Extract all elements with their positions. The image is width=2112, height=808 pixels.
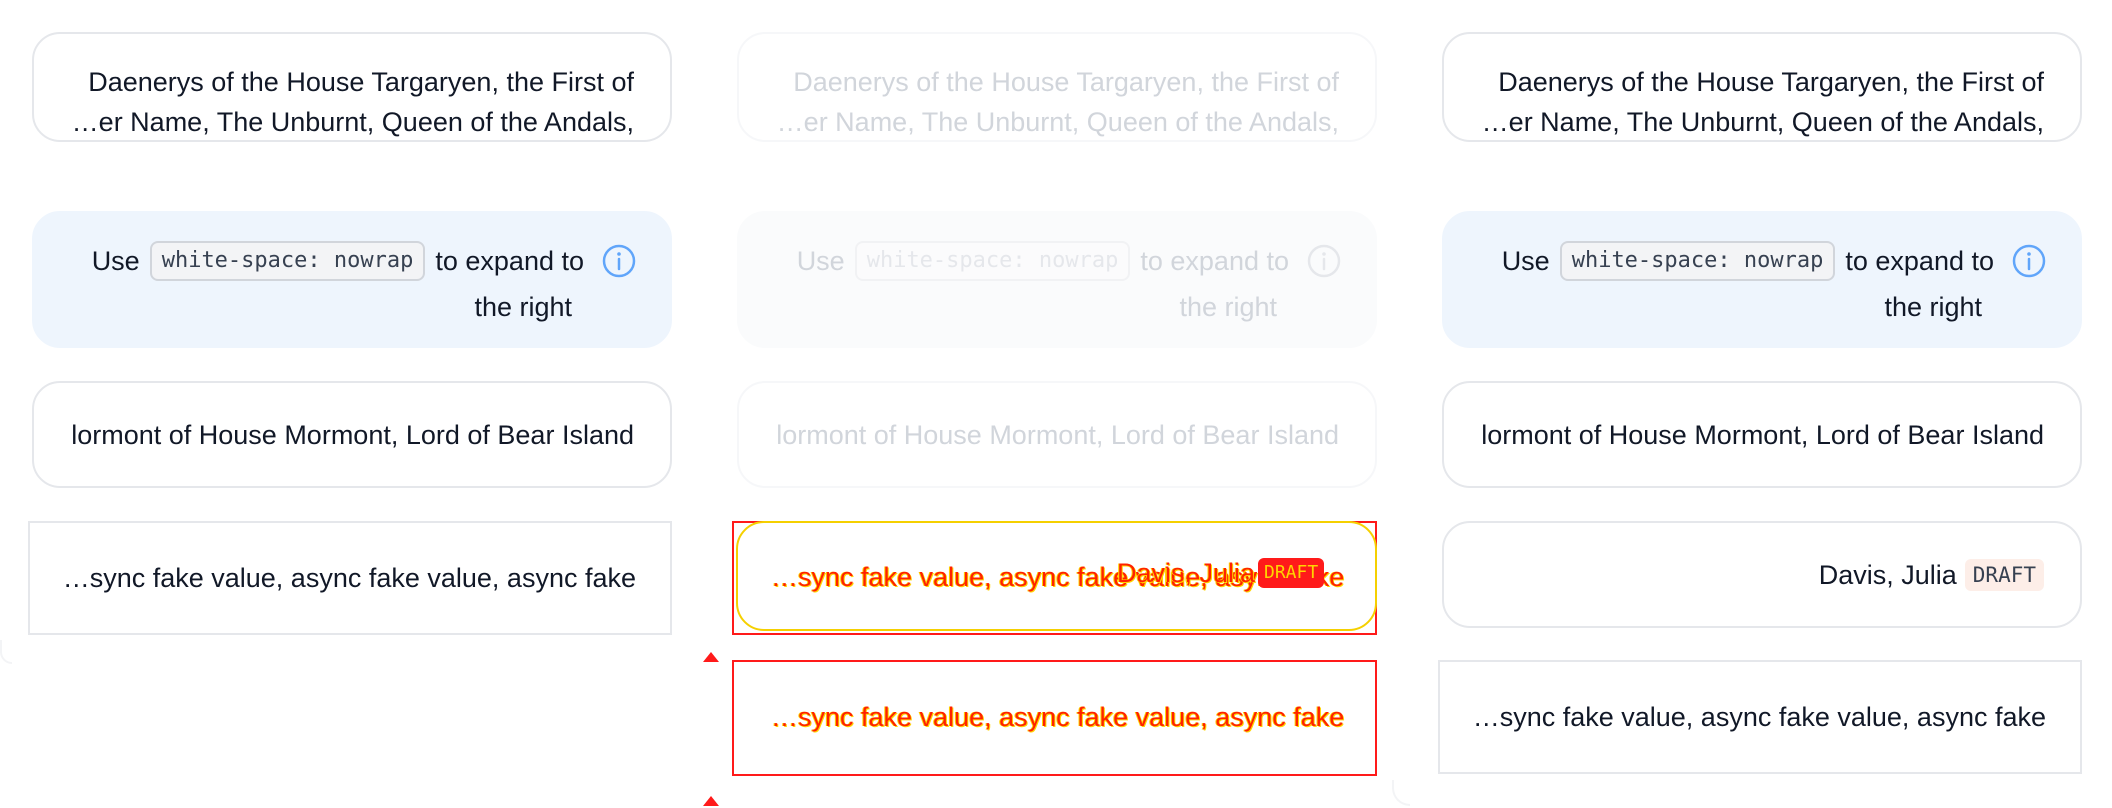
daenerys-line-1-right: Daenerys of the House Targaryen, the Fir… [1498, 67, 2044, 97]
daenerys-line-1: Daenerys of the House Targaryen, the Fir… [88, 67, 634, 97]
diff-tick-bottom [703, 796, 719, 806]
mormont-card-faded: lormont of House Mormont, Lord of Bear I… [737, 381, 1377, 488]
async-value-field[interactable]: …sync fake value, async fake value, asyn… [28, 521, 672, 635]
note-prefix-faded: Use [796, 246, 845, 276]
diff-async-text-2: …sync fake value, async fake value, asyn… [771, 702, 1345, 732]
nowrap-note-right: Use white-space: nowrap to expand to the… [1442, 211, 2082, 348]
daenerys-card-right: Daenerys of the House Targaryen, the Fir… [1442, 32, 2082, 142]
panel-edge-left [0, 640, 12, 664]
note-suffix-faded: to expand to [1140, 246, 1289, 276]
daenerys-line-2-right: …er Name, The Unburnt, Queen of the Anda… [1481, 107, 2044, 137]
daenerys-card: Daenerys of the House Targaryen, the Fir… [32, 32, 672, 142]
note-code-right: white-space: nowrap [1559, 241, 1836, 281]
diff-tick-top [703, 652, 719, 662]
note-code: white-space: nowrap [149, 241, 426, 281]
note-suffix-right: to expand to [1845, 246, 1994, 276]
daenerys-line-1-faded: Daenerys of the House Targaryen, the Fir… [793, 67, 1339, 97]
daenerys-card-faded: Daenerys of the House Targaryen, the Fir… [737, 32, 1377, 142]
nowrap-note-faded: Use white-space: nowrap to expand to the… [737, 211, 1377, 348]
async-value-field-right[interactable]: …sync fake value, async fake value, asyn… [1438, 660, 2082, 774]
person-name: Davis, Julia [1818, 559, 1957, 590]
daenerys-line-2: …er Name, The Unburnt, Queen of the Anda… [71, 107, 634, 137]
info-icon-faded [1307, 244, 1341, 278]
note-prefix: Use [91, 246, 140, 276]
panel-edge-right [1392, 780, 1410, 806]
note-prefix-right: Use [1501, 246, 1550, 276]
demo-canvas: Daenerys of the House Targaryen, the Fir… [0, 0, 2112, 808]
async-value-text-right: …sync fake value, async fake value, asyn… [1472, 702, 2046, 732]
mormont-card: lormont of House Mormont, Lord of Bear I… [32, 381, 672, 488]
diff-person-name: Davis, Julia [1117, 558, 1256, 588]
note-line-2-faded: the right [1179, 292, 1277, 322]
mormont-card-right: lormont of House Mormont, Lord of Bear I… [1442, 381, 2082, 488]
note-row-1-right: Use white-space: nowrap to expand to [1484, 241, 2046, 281]
daenerys-line-2-faded: …er Name, The Unburnt, Queen of the Anda… [776, 107, 1339, 137]
person-card[interactable]: Davis, Julia DRAFT [1442, 521, 2082, 628]
info-icon[interactable] [602, 244, 636, 278]
info-icon-right[interactable] [2012, 244, 2046, 278]
nowrap-note: Use white-space: nowrap to expand to the… [32, 211, 672, 348]
note-line-2: the right [474, 292, 572, 322]
async-value-text: …sync fake value, async fake value, asyn… [62, 563, 636, 593]
mormont-text: lormont of House Mormont, Lord of Bear I… [71, 419, 634, 450]
note-line-2-right: the right [1884, 292, 1982, 322]
note-suffix: to expand to [435, 246, 584, 276]
mormont-text-faded: lormont of House Mormont, Lord of Bear I… [776, 419, 1339, 450]
mormont-text-right: lormont of House Mormont, Lord of Bear I… [1481, 419, 2044, 450]
note-row-1-faded: Use white-space: nowrap to expand to [779, 241, 1341, 281]
diff-draft-badge: DRAFT [1258, 558, 1325, 588]
note-row-1: Use white-space: nowrap to expand to [74, 241, 636, 281]
note-code-faded: white-space: nowrap [854, 241, 1131, 281]
draft-badge: DRAFT [1964, 558, 2044, 591]
